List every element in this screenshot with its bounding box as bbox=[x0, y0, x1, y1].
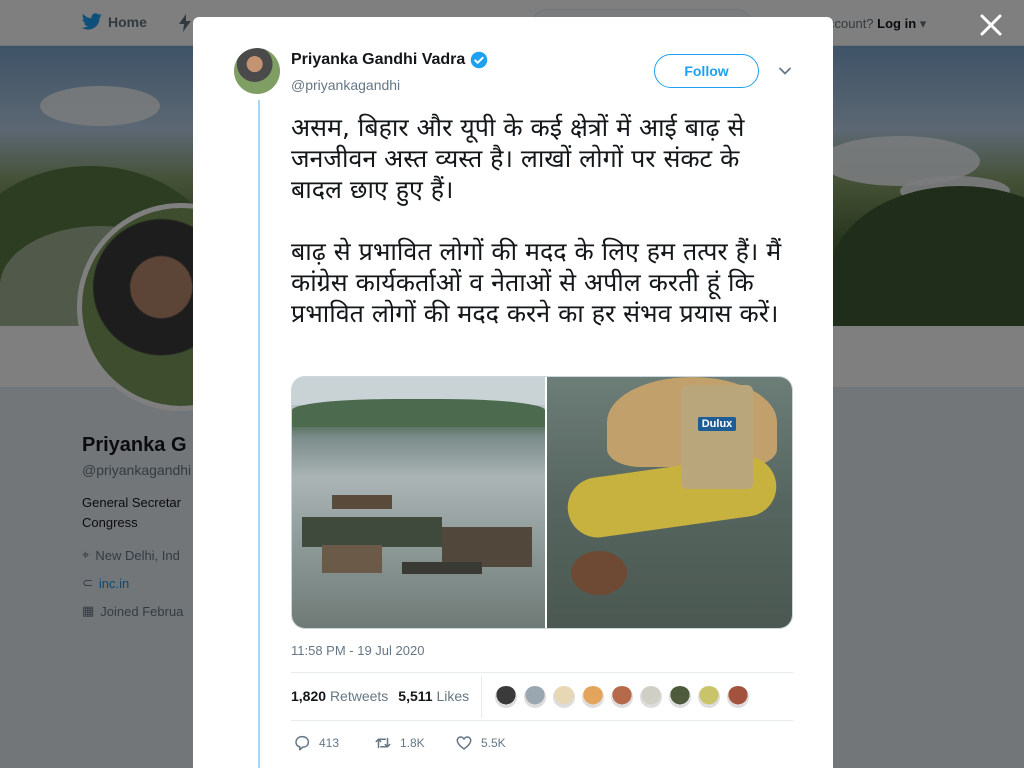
tweet-actions: 413 1.8K 5.5K bbox=[293, 734, 536, 752]
retweets-label: Retweets bbox=[329, 688, 389, 704]
flood-houses-photo[interactable] bbox=[292, 377, 545, 628]
tweet-timestamp[interactable]: 11:58 PM - 19 Jul 2020 bbox=[291, 643, 424, 658]
stats-separator bbox=[481, 676, 482, 718]
liker-avatar[interactable] bbox=[581, 685, 605, 709]
retweet-count: 1.8K bbox=[400, 736, 425, 750]
verified-badge-icon bbox=[471, 51, 488, 69]
liker-avatar[interactable] bbox=[697, 685, 721, 709]
liker-avatar[interactable] bbox=[552, 685, 576, 709]
heart-icon bbox=[456, 736, 472, 750]
retweet-icon bbox=[375, 737, 391, 749]
chevron-down-icon[interactable] bbox=[778, 64, 792, 78]
likes-label: Likes bbox=[436, 688, 470, 704]
like-count: 5.5K bbox=[481, 736, 506, 750]
liker-avatar[interactable] bbox=[523, 685, 547, 709]
stats-bottom-divider bbox=[291, 720, 793, 721]
liker-avatar[interactable] bbox=[639, 685, 663, 709]
tweet-paragraph-1: असम, बिहार और यूपी के कई क्षेत्रों में आ… bbox=[291, 113, 745, 204]
flood-rescue-photo[interactable]: Dulux bbox=[547, 377, 792, 628]
retweets-count: 1,820 bbox=[291, 688, 327, 704]
follow-button[interactable]: Follow bbox=[654, 54, 759, 88]
likers-avatar-row bbox=[494, 685, 750, 709]
author-avatar[interactable] bbox=[234, 48, 280, 94]
author-name[interactable]: Priyanka Gandhi Vadra bbox=[291, 51, 465, 69]
paint-can-label: Dulux bbox=[697, 417, 737, 431]
likes-stat[interactable]: 5,511 Likes bbox=[398, 688, 469, 704]
retweets-stat[interactable]: 1,820 Retweets bbox=[291, 688, 388, 704]
author-name-row[interactable]: Priyanka Gandhi Vadra bbox=[291, 51, 488, 69]
stats-top-divider bbox=[291, 672, 793, 673]
like-button[interactable]: 5.5K bbox=[455, 734, 536, 752]
reply-icon bbox=[295, 735, 310, 751]
likes-count: 5,511 bbox=[398, 688, 433, 704]
close-icon[interactable] bbox=[978, 12, 1004, 38]
liker-avatar[interactable] bbox=[726, 685, 750, 709]
tweet-text: असम, बिहार और यूपी के कई क्षेत्रों में आ… bbox=[291, 112, 791, 360]
tweet-stats: 1,820 Retweets 5,511 Likes bbox=[291, 688, 469, 704]
liker-avatar[interactable] bbox=[610, 685, 634, 709]
thread-line bbox=[258, 100, 260, 768]
liker-avatar[interactable] bbox=[668, 685, 692, 709]
tweet-paragraph-2: बाढ़ से प्रभावित लोगों की मदद के लिए हम … bbox=[291, 237, 782, 328]
tweet-media[interactable]: Dulux bbox=[291, 376, 793, 629]
reply-button[interactable]: 413 bbox=[293, 734, 374, 752]
author-handle[interactable]: @priyankagandhi bbox=[291, 77, 400, 93]
liker-avatar[interactable] bbox=[494, 685, 518, 709]
retweet-button[interactable]: 1.8K bbox=[374, 734, 455, 752]
reply-count: 413 bbox=[319, 736, 340, 750]
